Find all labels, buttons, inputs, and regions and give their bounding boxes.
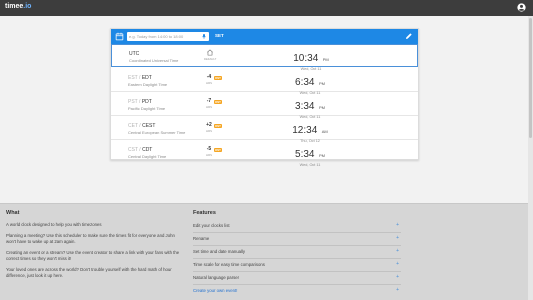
timezone-name: Central European Summer Time: [128, 130, 186, 135]
time-input[interactable]: [127, 32, 199, 41]
what-subtitle: A world clock designed to help you with …: [6, 222, 102, 227]
clock-ampm: PM: [318, 153, 325, 158]
offset-sub: HRS: [206, 81, 212, 85]
time-block: 12:34 AM Thu, Oct 12: [280, 120, 340, 143]
clock-ampm: PM: [318, 81, 325, 86]
clock-time: 6:34: [295, 77, 315, 88]
clock-card: SET UTC Coordinated Universal Time DEFAU…: [110, 28, 419, 167]
clock-time: 12:34: [292, 125, 318, 136]
what-paragraph: Your loved ones are across the world? Do…: [6, 267, 172, 278]
mic-icon[interactable]: [201, 33, 207, 40]
what-paragraph: Planning a meeting? Use this scheduler t…: [6, 233, 175, 244]
time-block: 5:34 PM Wed, Oct 11: [280, 144, 340, 167]
offset-sub: HRS: [206, 153, 212, 157]
expand-plus-icon[interactable]: +: [396, 261, 399, 267]
feature-label: Edit your clocks list: [193, 223, 230, 228]
what-heading: What: [6, 210, 20, 216]
feature-item[interactable]: Rename +: [193, 233, 401, 246]
dst-badge: DST: [214, 124, 222, 128]
clock-row-utc[interactable]: UTC Coordinated Universal Time DEFAULT 1…: [111, 44, 418, 71]
calendar-icon[interactable]: [115, 32, 124, 41]
timezone-name: Coordinated Universal Time: [129, 58, 179, 63]
scrollbar-thumb[interactable]: [529, 18, 532, 138]
clock-row-cdt[interactable]: CST / CDT Central Daylight Time -5 HRS D…: [111, 141, 418, 167]
expand-plus-icon[interactable]: +: [396, 274, 399, 280]
timezone-abbr: PST / PDT: [128, 99, 152, 105]
top-bar: timee.io: [0, 0, 533, 16]
feature-item[interactable]: Edit your clocks list +: [193, 220, 401, 233]
offset-sub: HRS: [206, 129, 212, 133]
features-heading: Features: [193, 210, 216, 216]
time-block: 10:34 PM Wed, Oct 11: [281, 48, 341, 71]
logo-text: timee: [5, 3, 24, 10]
time-block: 6:34 PM Wed, Oct 11: [280, 72, 340, 95]
clock-row-edt[interactable]: EST / EDT Eastern Daylight Time -4 HRS D…: [111, 69, 418, 95]
home-icon: [207, 49, 213, 56]
feature-label: Set time and date manually: [193, 249, 246, 254]
dst-badge: DST: [214, 148, 222, 152]
clock-ampm: PM: [322, 57, 329, 62]
feature-item[interactable]: Natural language parser +: [193, 272, 401, 285]
logo-suffix: .io: [23, 3, 32, 10]
account-icon[interactable]: [517, 3, 526, 12]
what-paragraph: Creating an event or a stream? Use the e…: [6, 250, 180, 261]
time-block: 3:34 PM Wed, Oct 11: [280, 96, 340, 119]
clock-time: 5:34: [295, 149, 315, 160]
time-input-box: [127, 32, 209, 41]
page-scrollbar[interactable]: [528, 16, 533, 300]
feature-label: Time scale for easy time comparisons: [193, 262, 265, 267]
clock-date: Wed, Oct 11: [299, 163, 321, 167]
clock-row-pdt[interactable]: PST / PDT Pacific Daylight Time -7 HRS D…: [111, 93, 418, 119]
expand-plus-icon[interactable]: +: [396, 235, 399, 241]
clock-time: 3:34: [295, 101, 315, 112]
set-button[interactable]: SET: [215, 33, 224, 38]
timezone-abbr: CET / CEST: [128, 123, 156, 129]
info-footer: What A world clock designed to help you …: [0, 203, 528, 300]
expand-plus-icon[interactable]: +: [396, 248, 399, 254]
clock-row-cest[interactable]: CET / CEST Central European Summer Time …: [111, 117, 418, 143]
feature-item[interactable]: Set time and date manually +: [193, 246, 401, 259]
app-logo[interactable]: timee.io: [5, 3, 31, 10]
expand-plus-icon[interactable]: +: [396, 222, 399, 228]
clock-time: 10:34: [293, 53, 319, 64]
timezone-name: Pacific Daylight Time: [128, 106, 166, 111]
clock-ampm: PM: [318, 105, 325, 110]
dst-badge: DST: [214, 100, 222, 104]
timezone-abbr: UTC: [129, 51, 140, 57]
create-event-link[interactable]: Create your own event!: [193, 288, 237, 293]
feature-item[interactable]: Time scale for easy time comparisons +: [193, 259, 401, 272]
timezone-name: Central Daylight Time: [128, 154, 167, 159]
feature-label: Rename: [193, 236, 210, 241]
clock-ampm: AM: [321, 129, 328, 134]
timezone-abbr: CST / CDT: [128, 147, 153, 153]
offset-sub: DEFAULT: [204, 57, 217, 61]
time-input-bar: SET: [111, 29, 418, 44]
timezone-abbr: EST / EDT: [128, 75, 152, 81]
dst-badge: DST: [214, 76, 222, 80]
feature-label: Natural language parser: [193, 275, 240, 280]
expand-plus-icon[interactable]: +: [396, 287, 399, 293]
timezone-name: Eastern Daylight Time: [128, 82, 168, 87]
feature-item[interactable]: Create your own event! +: [193, 285, 401, 298]
pencil-icon[interactable]: [405, 32, 413, 40]
offset-sub: HRS: [206, 105, 212, 109]
